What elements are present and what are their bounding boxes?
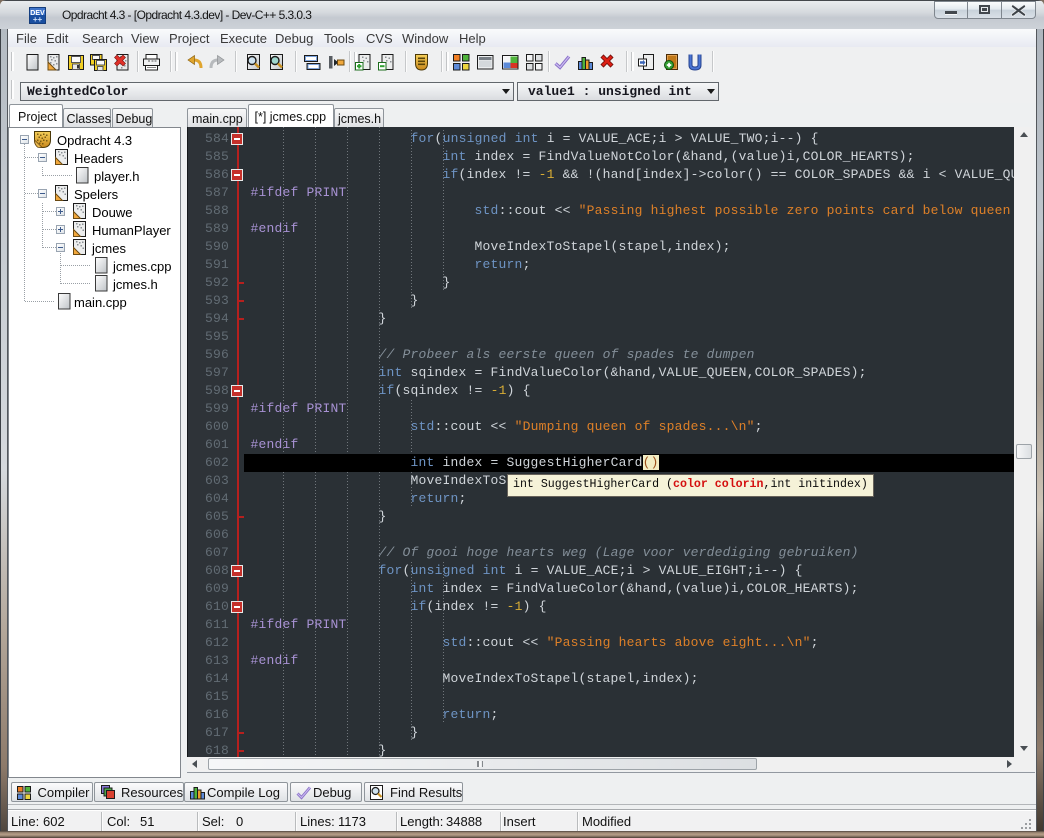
svg-text:++: ++	[33, 15, 43, 24]
